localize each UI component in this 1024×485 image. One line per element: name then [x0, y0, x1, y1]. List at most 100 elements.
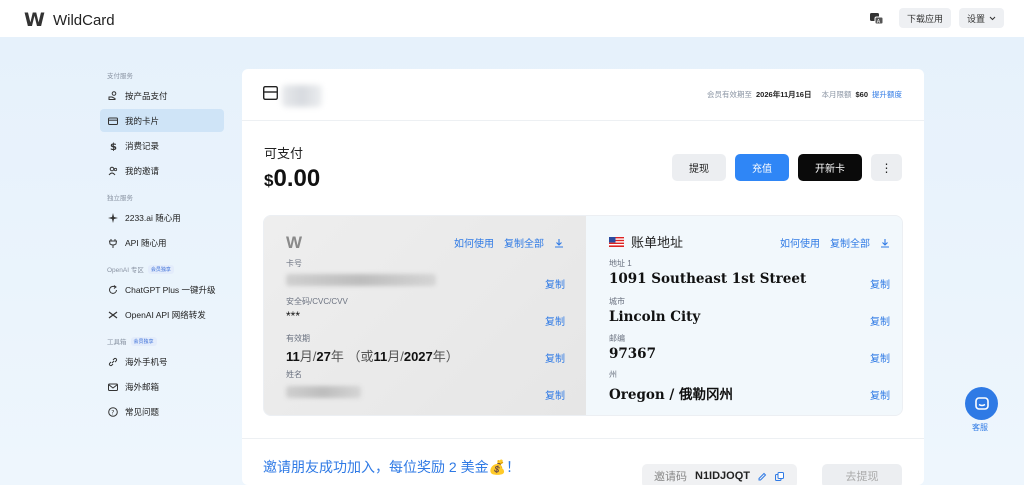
member-expiry-date: 2026年11月16日: [756, 90, 812, 99]
membership-info: 会员有效期至 2026年11月16日 本月限额 $60 提升额度: [707, 89, 902, 100]
card-name-redacted: [282, 85, 322, 107]
sidebar-item-label: 海外手机号: [125, 356, 168, 367]
sidebar-item-mail[interactable]: 海外邮箱: [100, 375, 224, 398]
state-label: 州: [609, 370, 617, 379]
copy-state[interactable]: 复制: [870, 387, 890, 402]
sidebar-item-openai-api[interactable]: OpenAI API 网络转发: [100, 303, 224, 326]
divider: [242, 438, 924, 439]
us-flag-icon: [609, 236, 624, 247]
copy-city[interactable]: 复制: [870, 313, 890, 328]
hand-coin-icon: [108, 90, 117, 100]
invite-code-label: 邀请码: [654, 471, 687, 483]
cardholder-name-label: 姓名: [286, 370, 302, 379]
member-expiry-label: 会员有效期至: [707, 90, 753, 99]
copy-expiry[interactable]: 复制: [545, 350, 565, 365]
sidebar-item-label: 海外邮箱: [125, 381, 160, 392]
translate-icon[interactable]: A: [869, 10, 885, 26]
expiry-label: 有效期: [286, 334, 310, 343]
sidebar-item-faq[interactable]: ? 常见问题: [100, 400, 224, 423]
balance-label: 可支付: [264, 146, 304, 161]
dollar-icon: $: [110, 142, 117, 151]
section-title-text: OpenAI 专区: [107, 267, 144, 274]
section-title-openai: OpenAI 专区 会员独享: [107, 264, 224, 274]
edit-icon[interactable]: [758, 472, 767, 481]
state-value: Oregon / 俄勒冈州: [609, 387, 734, 403]
section-title-toolbox: 工具箱 会员独享: [107, 336, 224, 346]
sidebar-item-label: 2233.ai 随心用: [125, 212, 181, 223]
copy-cvc[interactable]: 复制: [545, 313, 565, 328]
sidebar-item-my-cards[interactable]: 我的卡片: [100, 109, 224, 132]
city-label: 城市: [609, 297, 625, 306]
invite-promo-text: 邀请朋友成功加入，每位奖励 2 美金💰！: [263, 459, 520, 475]
city-value: Lincoln City: [609, 309, 701, 325]
top-bar: W WildCard A 下载应用 设置: [0, 0, 1024, 37]
copy-zip[interactable]: 复制: [870, 350, 890, 365]
billing-copy-all-link[interactable]: 复制全部: [830, 235, 870, 250]
zip-label: 邮编: [609, 334, 625, 343]
section-title-standalone: 独立服务: [107, 195, 133, 202]
card-actions: 提现 充值 开新卡 ⋮: [672, 154, 902, 181]
sidebar-item-label: 我的卡片: [125, 115, 160, 126]
invite-code-box: 邀请码 N1IDJOQT: [642, 464, 797, 485]
download-icon[interactable]: [554, 238, 564, 248]
copy-card-number[interactable]: 复制: [545, 276, 565, 291]
sidebar-item-chatgpt-plus[interactable]: ChatGPT Plus 一键升级: [100, 278, 224, 301]
billing-how-to-use-link[interactable]: 如何使用: [780, 235, 820, 250]
go-withdraw-button[interactable]: 去提现: [822, 464, 902, 485]
section-title-text: 工具箱: [107, 339, 127, 346]
raise-limit-link[interactable]: 提升额度: [872, 89, 902, 100]
app-logo[interactable]: W WildCard: [24, 9, 115, 31]
card-header: 会员有效期至 2026年11月16日 本月限额 $60 提升额度: [242, 69, 924, 121]
svg-text:A: A: [877, 18, 881, 23]
main-card: 会员有效期至 2026年11月16日 本月限额 $60 提升额度 可支付 $0.…: [242, 69, 924, 485]
card-icon: [108, 117, 118, 125]
sidebar-item-label: 常见问题: [125, 406, 160, 417]
withdraw-button[interactable]: 提现: [672, 154, 726, 181]
copy-all-link[interactable]: 复制全部: [504, 235, 544, 250]
expiry-full-year: 2027: [403, 349, 433, 364]
sidebar-item-2233ai[interactable]: 2233.ai 随心用: [100, 206, 224, 229]
download-icon[interactable]: [880, 238, 890, 248]
sidebar-item-label: API 随心用: [125, 237, 167, 248]
copy-icon[interactable]: [775, 471, 785, 481]
card-number-redacted: [286, 274, 436, 286]
invite-code-value: N1IDJOQT: [695, 470, 751, 482]
card-links: 如何使用 复制全部: [454, 235, 564, 250]
download-app-button[interactable]: 下载应用: [898, 8, 951, 28]
refresh-icon: [109, 284, 117, 294]
sidebar-item-label: 消费记录: [125, 140, 160, 151]
new-card-button[interactable]: 开新卡: [798, 154, 862, 181]
cardholder-name-redacted: [286, 386, 361, 398]
sidebar-item-spending[interactable]: $ 消费记录: [100, 134, 224, 157]
billing-title: 账单地址: [609, 232, 683, 251]
more-options-button[interactable]: ⋮: [871, 154, 902, 181]
chevron-down-icon: [989, 16, 996, 20]
support-label: 客服: [972, 423, 988, 432]
copy-cardholder-name[interactable]: 复制: [545, 387, 565, 402]
section-title-payment: 支付服务: [107, 73, 133, 80]
virtual-card: W 如何使用 复制全部 卡号 复制 安全码/CVC/CVV *** 复制 有效期…: [264, 216, 586, 415]
sidebar-item-label: OpenAI API 网络转发: [125, 309, 206, 320]
sidebar-item-pay-by-product[interactable]: 按产品支付: [100, 84, 224, 107]
address1-value: 1091 Southeast 1st Street: [609, 271, 807, 287]
copy-address1[interactable]: 复制: [870, 276, 890, 291]
recharge-button[interactable]: 充值: [735, 154, 789, 181]
balance-value: 0.00: [273, 165, 321, 192]
cvc-value: ***: [286, 309, 301, 323]
how-to-use-link[interactable]: 如何使用: [454, 235, 494, 250]
sidebar-item-invites[interactable]: 我的邀请: [100, 159, 224, 182]
settings-label: 设置: [966, 13, 985, 24]
svg-text:?: ?: [111, 409, 114, 416]
chat-icon: [974, 396, 989, 410]
zip-value: 97367: [609, 346, 656, 362]
cvc-label: 安全码/CVC/CVV: [286, 297, 348, 306]
sidebar-item-label: 按产品支付: [125, 90, 168, 101]
sidebar-item-phone[interactable]: 海外手机号: [100, 350, 224, 373]
billing-address-panel: 账单地址 如何使用 复制全部 地址 1 1091 Southeast 1st S…: [586, 216, 902, 415]
support-chat-button[interactable]: [965, 387, 998, 420]
link-icon: [108, 357, 118, 366]
member-badge: 会员独享: [147, 264, 174, 274]
balance-amount: $0.00: [264, 165, 320, 193]
sidebar-item-api[interactable]: API 随心用: [100, 231, 224, 254]
settings-button[interactable]: 设置: [958, 8, 1004, 28]
